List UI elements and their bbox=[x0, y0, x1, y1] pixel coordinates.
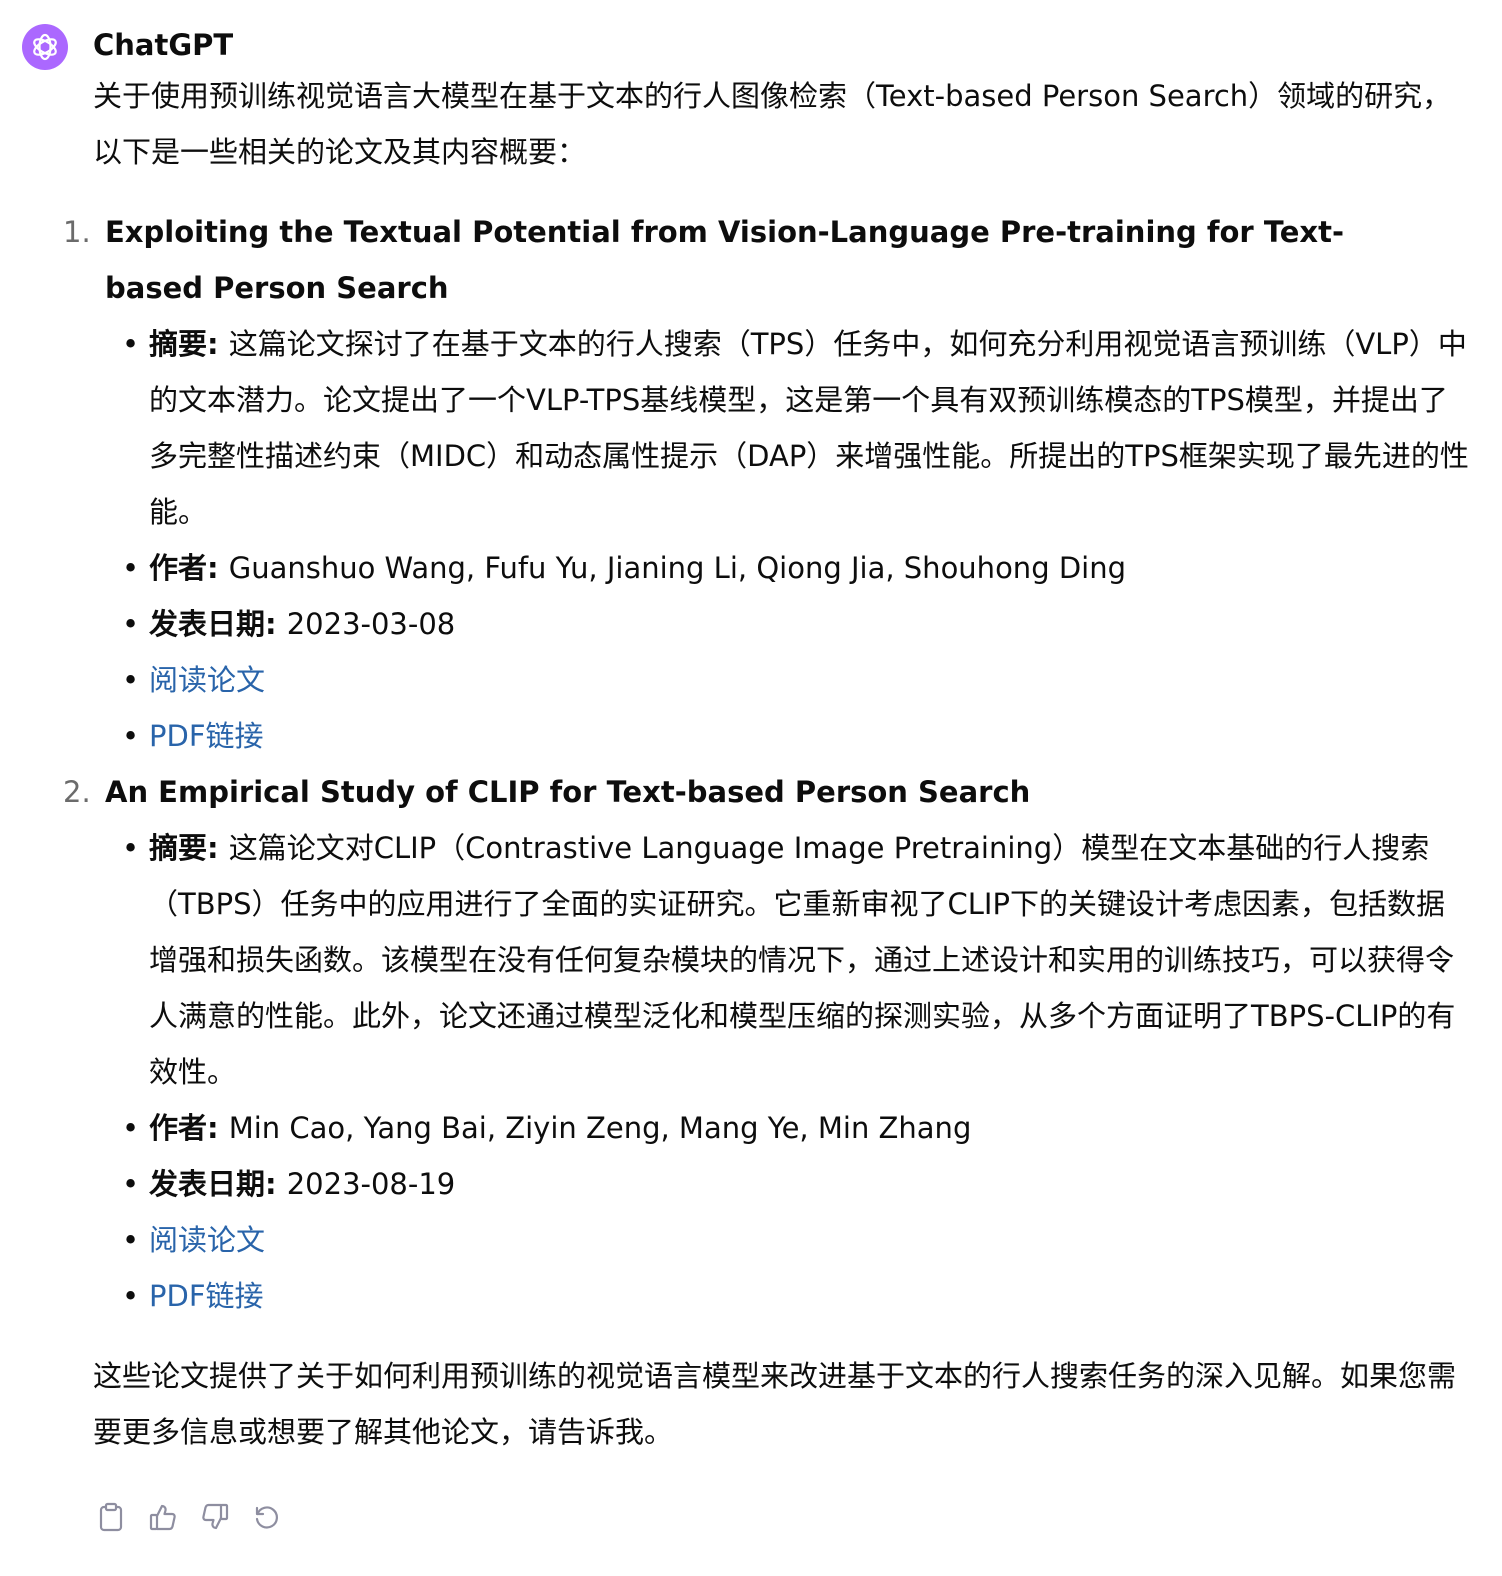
paper-number: 1. bbox=[63, 215, 91, 249]
pdf-link[interactable]: PDF链接 bbox=[149, 719, 264, 753]
bullet: • bbox=[122, 1111, 140, 1145]
intro-paragraph: 关于使用预训练视觉语言大模型在基于文本的行人图像检索（Text-based Pe… bbox=[93, 79, 1452, 169]
date-label: 发表日期 bbox=[149, 1167, 266, 1201]
paper-list: 1. Exploiting the Textual Potential from… bbox=[63, 204, 1473, 1324]
pdf-link[interactable]: PDF链接 bbox=[149, 1279, 264, 1313]
pdf-link-item: • PDF链接 bbox=[122, 1268, 1469, 1324]
bullet: • bbox=[122, 831, 140, 865]
date-text: 2023-08-19 bbox=[286, 1167, 456, 1201]
copy-button[interactable] bbox=[95, 1500, 127, 1534]
bullet: • bbox=[122, 1167, 140, 1201]
date-label: 发表日期 bbox=[149, 607, 266, 641]
authors-text: Min Cao, Yang Bai, Ziyin Zeng, Mang Ye, … bbox=[228, 1111, 972, 1145]
message-content: 关于使用预训练视觉语言大模型在基于文本的行人图像检索（Text-based Pe… bbox=[63, 68, 1473, 1460]
bullet: • bbox=[122, 1223, 140, 1257]
thumbs-up-button[interactable] bbox=[147, 1500, 179, 1534]
openai-logo-icon bbox=[33, 33, 57, 61]
paper-item: 1. Exploiting the Textual Potential from… bbox=[63, 204, 1473, 764]
read-link-item: • 阅读论文 bbox=[122, 1212, 1469, 1268]
bullet: • bbox=[122, 1279, 140, 1313]
authors-label: 作者 bbox=[149, 1111, 208, 1145]
authors-text: Guanshuo Wang, Fufu Yu, Jianing Li, Qion… bbox=[228, 551, 1126, 585]
assistant-avatar bbox=[22, 24, 68, 70]
paper-title: An Empirical Study of CLIP for Text-base… bbox=[105, 775, 1031, 809]
authors-item: • 作者: Guanshuo Wang, Fufu Yu, Jianing Li,… bbox=[122, 540, 1469, 596]
bullet: • bbox=[122, 663, 140, 697]
date-text: 2023-03-08 bbox=[286, 607, 456, 641]
thumbs-up-icon bbox=[149, 1504, 176, 1531]
bullet: • bbox=[122, 551, 140, 585]
authors-label: 作者 bbox=[149, 551, 208, 585]
abstract-item: • 摘要: 这篇论文探讨了在基于文本的行人搜索（TPS）任务中，如何充分利用视觉语… bbox=[122, 316, 1469, 540]
read-link-item: • 阅读论文 bbox=[122, 652, 1469, 708]
date-item: • 发表日期: 2023-08-19 bbox=[122, 1156, 1469, 1212]
message-actions bbox=[95, 1500, 283, 1534]
read-paper-link[interactable]: 阅读论文 bbox=[149, 1223, 265, 1257]
pdf-link-item: • PDF链接 bbox=[122, 708, 1469, 764]
read-paper-link[interactable]: 阅读论文 bbox=[149, 663, 265, 697]
bullet: • bbox=[122, 719, 140, 753]
paper-details: • 摘要: 这篇论文对CLIP（Contrastive Language Imag… bbox=[105, 820, 1473, 1324]
paper-title: Exploiting the Textual Potential from Vi… bbox=[105, 215, 1345, 305]
paper-number: 2. bbox=[63, 775, 91, 809]
date-item: • 发表日期: 2023-03-08 bbox=[122, 596, 1469, 652]
thumbs-down-icon bbox=[202, 1503, 229, 1530]
abstract-label: 摘要 bbox=[149, 831, 208, 865]
bullet: • bbox=[122, 607, 140, 641]
abstract-text: 这篇论文对CLIP（Contrastive Language Image Pre… bbox=[149, 831, 1456, 1089]
bullet: • bbox=[122, 327, 140, 361]
regenerate-button[interactable] bbox=[251, 1500, 283, 1534]
outro-paragraph: 这些论文提供了关于如何利用预训练的视觉语言模型来改进基于文本的行人搜索任务的深入… bbox=[93, 1359, 1457, 1449]
paper-item: 2. An Empirical Study of CLIP for Text-b… bbox=[63, 764, 1473, 1324]
abstract-label: 摘要 bbox=[149, 327, 208, 361]
authors-item: • 作者: Min Cao, Yang Bai, Ziyin Zeng, Mang… bbox=[122, 1100, 1469, 1156]
abstract-text: 这篇论文探讨了在基于文本的行人搜索（TPS）任务中，如何充分利用视觉语言预训练（… bbox=[149, 327, 1469, 529]
regenerate-icon bbox=[255, 1506, 278, 1529]
clipboard-icon bbox=[99, 1502, 123, 1532]
paper-details: • 摘要: 这篇论文探讨了在基于文本的行人搜索（TPS）任务中，如何充分利用视觉语… bbox=[105, 316, 1473, 764]
sender-name: ChatGPT bbox=[93, 28, 234, 62]
abstract-item: • 摘要: 这篇论文对CLIP（Contrastive Language Imag… bbox=[122, 820, 1469, 1100]
thumbs-down-button[interactable] bbox=[199, 1500, 231, 1534]
